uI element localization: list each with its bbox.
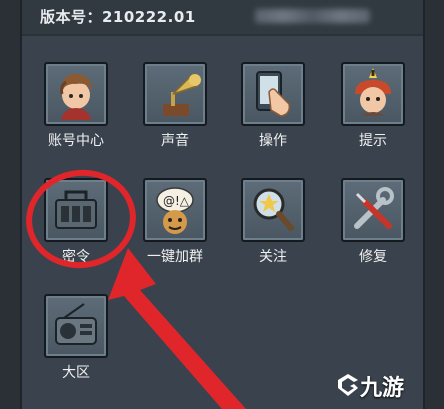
chat-face-icon: @!△ (156, 187, 194, 234)
version-text: 版本号：210222.01 (40, 8, 196, 26)
svg-text:@!△: @!△ (163, 194, 190, 208)
join-group-label: 一键加群 (147, 249, 203, 265)
blurred-region (255, 9, 370, 23)
watermark-text: 九游 (360, 376, 405, 401)
sound-label: 声音 (161, 133, 189, 149)
magnifier-star-icon (253, 188, 294, 231)
jiuyou-logo-icon (338, 374, 358, 396)
tips-label: 提示 (359, 133, 387, 149)
follow-label: 关注 (259, 249, 287, 265)
tips-character-icon (355, 68, 391, 116)
server-region-button[interactable] (44, 294, 108, 358)
tips-button[interactable] (341, 62, 405, 126)
gramophone-icon (163, 73, 201, 116)
repair-label: 修复 (359, 249, 387, 265)
account-avatar-icon (60, 74, 92, 120)
secret-code-button[interactable] (44, 178, 108, 242)
account-center-button[interactable] (44, 62, 108, 126)
account-center-label: 账号中心 (48, 133, 104, 149)
join-group-button[interactable]: @!△ (143, 178, 207, 242)
header-divider (22, 34, 423, 36)
secret-code-label: 密令 (62, 249, 90, 265)
controls-button[interactable] (241, 62, 305, 126)
radio-server-icon (55, 303, 97, 345)
server-region-label: 大区 (62, 365, 90, 381)
controls-label: 操作 (259, 133, 287, 149)
wrench-screwdriver-icon (354, 187, 394, 229)
hand-phone-icon (256, 71, 291, 117)
sound-button[interactable] (143, 62, 207, 126)
follow-button[interactable] (241, 178, 305, 242)
repair-button[interactable] (341, 178, 405, 242)
radio-box-icon (55, 190, 97, 229)
